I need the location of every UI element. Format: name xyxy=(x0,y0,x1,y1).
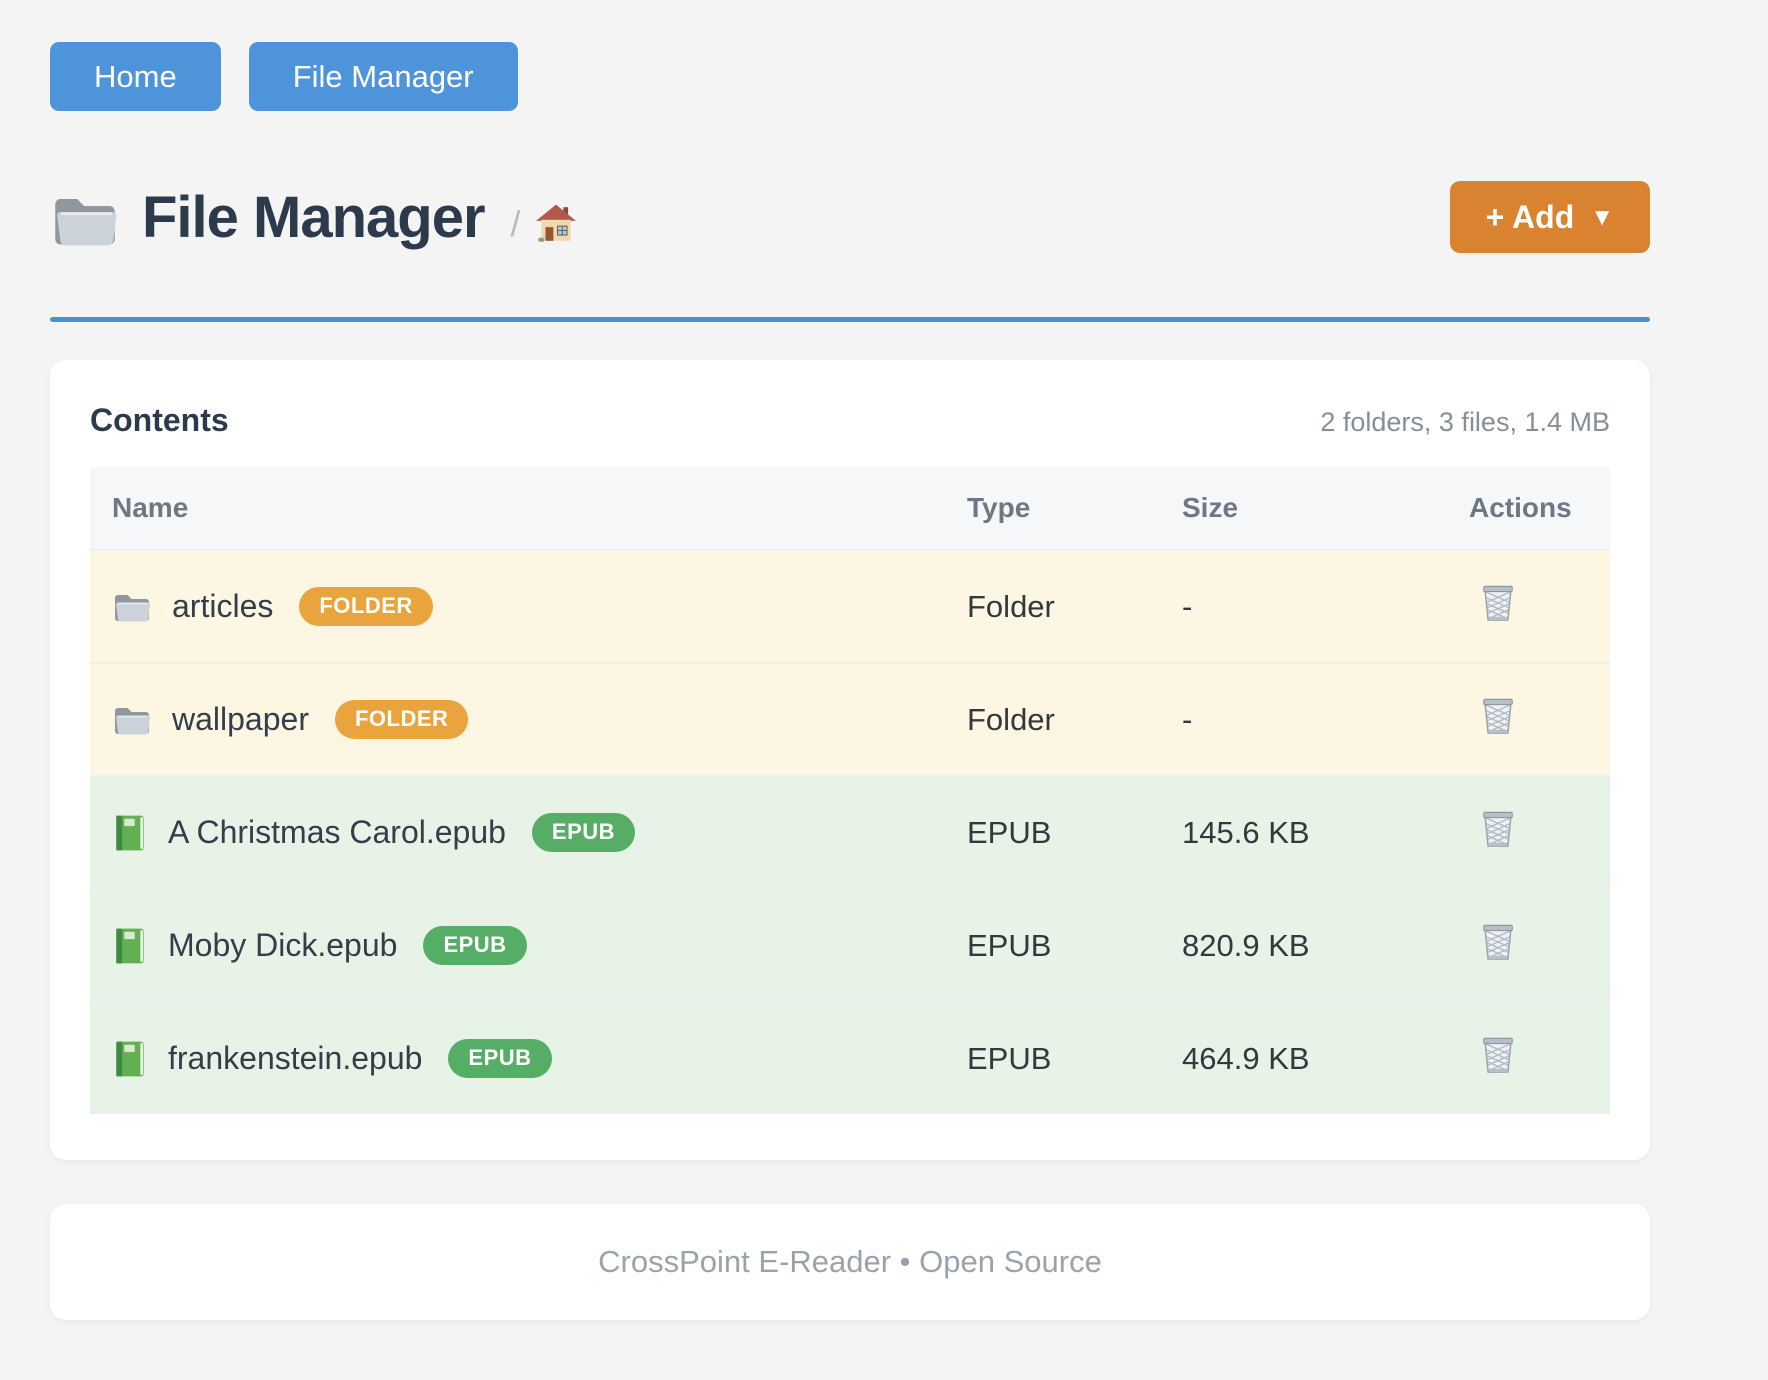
type-cell: Folder xyxy=(967,702,1182,738)
delete-button[interactable] xyxy=(1479,582,1517,624)
contents-summary: 2 folders, 3 files, 1.4 MB xyxy=(1320,407,1610,438)
type-cell: EPUB xyxy=(967,815,1182,851)
file-name: wallpaper xyxy=(172,701,309,738)
type-badge: EPUB xyxy=(423,926,526,965)
size-cell: 145.6 KB xyxy=(1182,815,1469,851)
nav-file-manager-button[interactable]: File Manager xyxy=(249,42,518,111)
footer-text: CrossPoint E-Reader • Open Source xyxy=(598,1244,1102,1279)
size-cell: - xyxy=(1182,589,1469,625)
type-badge: EPUB xyxy=(448,1039,551,1078)
column-header-type: Type xyxy=(967,467,1182,549)
green-book-icon xyxy=(112,1039,148,1079)
size-cell: 464.9 KB xyxy=(1182,1041,1469,1077)
page-title: File Manager xyxy=(142,184,485,251)
trash-icon xyxy=(1479,582,1517,624)
delete-button[interactable] xyxy=(1479,808,1517,850)
trash-icon xyxy=(1479,808,1517,850)
green-book-icon xyxy=(112,926,148,966)
table-row[interactable]: articles FOLDER Folder - xyxy=(90,549,1610,662)
folder-icon xyxy=(112,590,152,624)
contents-heading: Contents xyxy=(90,402,229,439)
file-name: A Christmas Carol.epub xyxy=(168,814,506,851)
green-book-icon xyxy=(112,813,148,853)
home-icon[interactable] xyxy=(535,203,577,245)
table-row[interactable]: Moby Dick.epub EPUB EPUB 820.9 KB xyxy=(90,888,1610,1001)
top-navigation: Home File Manager xyxy=(50,0,1650,111)
column-header-actions: Actions xyxy=(1469,467,1610,549)
file-name: Moby Dick.epub xyxy=(168,927,397,964)
folder-icon xyxy=(50,190,120,250)
type-cell: Folder xyxy=(967,589,1182,625)
size-cell: - xyxy=(1182,702,1469,738)
type-badge: FOLDER xyxy=(335,700,468,739)
file-name: frankenstein.epub xyxy=(168,1040,422,1077)
delete-button[interactable] xyxy=(1479,1034,1517,1076)
type-badge: FOLDER xyxy=(299,587,432,626)
add-button-label: + Add xyxy=(1486,201,1575,233)
caret-down-icon: ▼ xyxy=(1590,206,1614,230)
table-row[interactable]: A Christmas Carol.epub EPUB EPUB 145.6 K… xyxy=(90,775,1610,888)
trash-icon xyxy=(1479,921,1517,963)
file-manager-page: Home File Manager File Manager / + Add ▼… xyxy=(50,0,1650,1320)
contents-card: Contents 2 folders, 3 files, 1.4 MB Name… xyxy=(50,360,1650,1160)
footer: CrossPoint E-Reader • Open Source xyxy=(50,1204,1650,1320)
size-cell: 820.9 KB xyxy=(1182,928,1469,964)
delete-button[interactable] xyxy=(1479,695,1517,737)
type-badge: EPUB xyxy=(532,813,635,852)
folder-icon xyxy=(112,703,152,737)
type-cell: EPUB xyxy=(967,928,1182,964)
file-name: articles xyxy=(172,588,273,625)
column-header-size: Size xyxy=(1182,467,1469,549)
page-header: File Manager / + Add ▼ xyxy=(50,181,1650,253)
trash-icon xyxy=(1479,1034,1517,1076)
add-button[interactable]: + Add ▼ xyxy=(1450,181,1650,253)
table-row[interactable]: frankenstein.epub EPUB EPUB 464.9 KB xyxy=(90,1001,1610,1114)
column-header-name: Name xyxy=(90,467,967,549)
trash-icon xyxy=(1479,695,1517,737)
file-table: Name Type Size Actions articles FOLDER F… xyxy=(90,467,1610,1114)
nav-home-button[interactable]: Home xyxy=(50,42,221,111)
header-divider xyxy=(50,317,1650,322)
table-row[interactable]: wallpaper FOLDER Folder - xyxy=(90,662,1610,775)
table-header-row: Name Type Size Actions xyxy=(90,467,1610,549)
breadcrumb-separator: / xyxy=(511,203,521,245)
type-cell: EPUB xyxy=(967,1041,1182,1077)
delete-button[interactable] xyxy=(1479,921,1517,963)
